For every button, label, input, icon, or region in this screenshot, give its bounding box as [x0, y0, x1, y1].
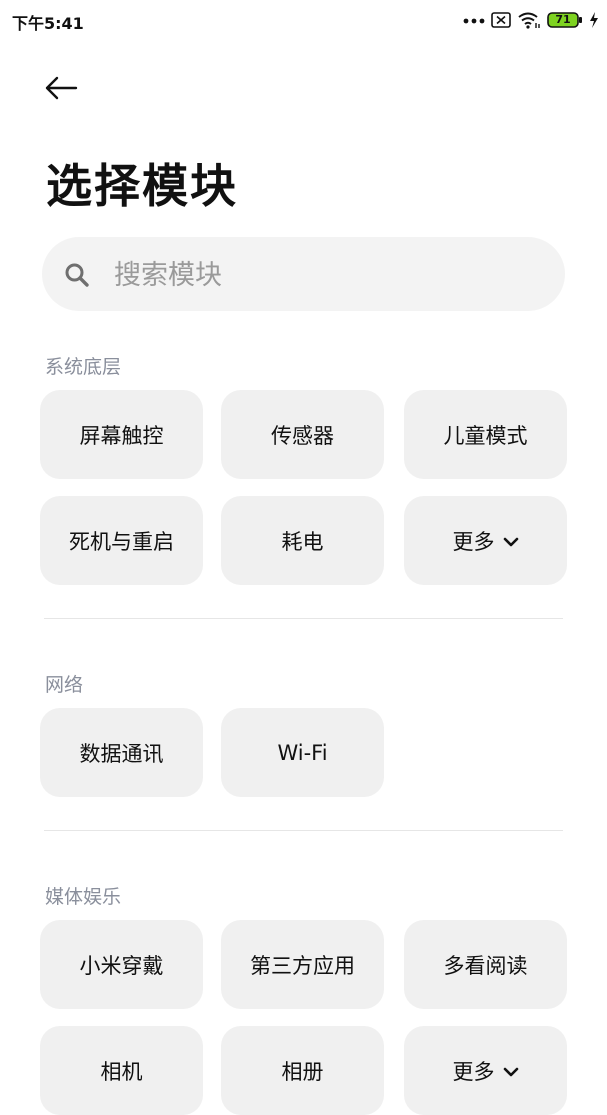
module-chip[interactable]: 儿童模式: [404, 390, 567, 479]
chip-label: 传感器: [271, 423, 334, 448]
chip-label: Wi-Fi: [277, 740, 328, 765]
no-sim-icon: [491, 12, 511, 28]
more-label: 更多: [452, 1059, 495, 1084]
chip-label: 第三方应用: [250, 953, 355, 978]
more-label: 更多: [452, 529, 495, 554]
module-chip[interactable]: 小米穿戴: [40, 920, 203, 1009]
module-chip[interactable]: 第三方应用: [221, 920, 384, 1009]
module-chip[interactable]: Wi-Fi: [221, 708, 384, 797]
status-bar: 下午5:41 71: [0, 0, 607, 40]
more-dots-icon: [463, 16, 485, 24]
module-chip[interactable]: 数据通讯: [40, 708, 203, 797]
chip-label: 数据通讯: [79, 741, 164, 766]
module-chip[interactable]: 耗电: [221, 496, 384, 585]
section-divider: [44, 830, 563, 831]
chevron-down-icon: [503, 1059, 519, 1083]
chip-label: 耗电: [281, 529, 324, 554]
more-button-system[interactable]: 更多: [404, 496, 567, 585]
charging-icon: [589, 12, 599, 28]
module-chip[interactable]: 屏幕触控: [40, 390, 203, 479]
chevron-down-icon: [503, 529, 519, 553]
module-chip[interactable]: 死机与重启: [40, 496, 203, 585]
search-input[interactable]: [112, 250, 536, 300]
page-title: 选择模块: [46, 159, 238, 213]
module-chip[interactable]: 相册: [221, 1026, 384, 1115]
module-chip[interactable]: 相机: [40, 1026, 203, 1115]
section-divider: [44, 618, 563, 619]
section-label-media: 媒体娱乐: [45, 886, 122, 908]
search-icon: [64, 262, 90, 292]
chip-label: 相机: [100, 1059, 143, 1084]
status-icons: 71: [463, 10, 599, 30]
module-chip[interactable]: 多看阅读: [404, 920, 567, 1009]
back-button[interactable]: [44, 70, 92, 110]
wifi-icon: [517, 11, 541, 29]
chip-label: 死机与重启: [69, 529, 174, 554]
chip-label: 相册: [281, 1059, 324, 1084]
section-label-system: 系统底层: [45, 356, 122, 378]
section-label-network: 网络: [45, 674, 84, 696]
chip-label: 小米穿戴: [79, 953, 164, 978]
arrow-left-icon: [44, 76, 78, 104]
more-button-media[interactable]: 更多: [404, 1026, 567, 1115]
module-chip[interactable]: 传感器: [221, 390, 384, 479]
battery-level: 71: [555, 13, 571, 26]
status-time: 下午5:41: [12, 14, 84, 33]
chip-label: 儿童模式: [443, 423, 528, 448]
battery-icon: 71: [547, 12, 583, 28]
chip-label: 多看阅读: [443, 953, 528, 978]
chip-label: 屏幕触控: [79, 423, 164, 448]
